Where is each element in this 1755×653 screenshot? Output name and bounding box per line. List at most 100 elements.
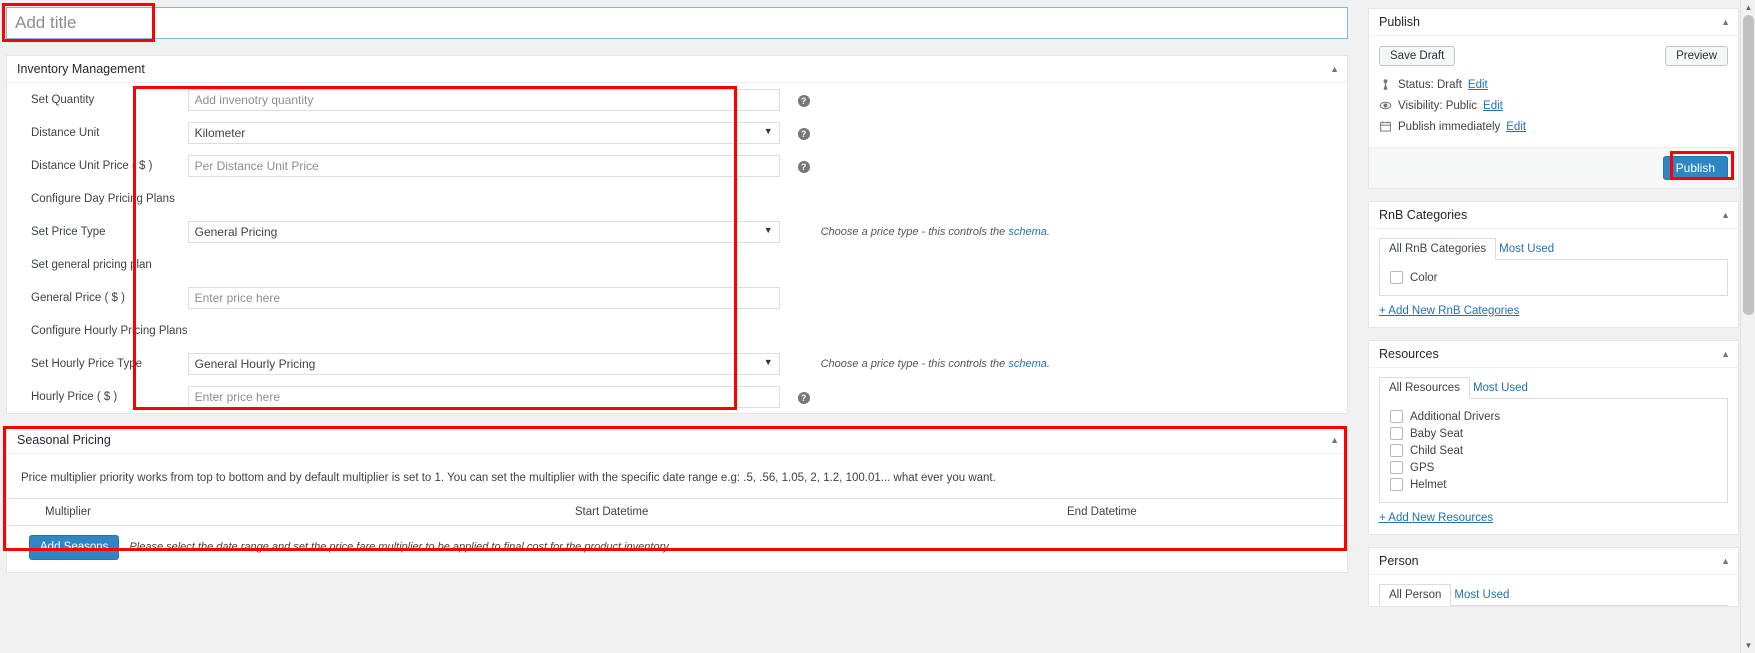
scroll-up-arrow-icon[interactable]: ▲ bbox=[1741, 0, 1755, 15]
list-item-label: GPS bbox=[1410, 462, 1434, 474]
list-item[interactable]: Child Seat bbox=[1390, 442, 1717, 459]
tab-most-used-resources[interactable]: Most Used bbox=[1470, 377, 1538, 399]
schema-link[interactable]: schema bbox=[1008, 226, 1047, 238]
list-item-label: Color bbox=[1410, 272, 1437, 284]
seasonal-table-header-row: Multiplier Start Datetime End Datetime bbox=[7, 499, 1347, 526]
tab-most-used-rnb[interactable]: Most Used bbox=[1496, 238, 1564, 260]
list-item[interactable]: Additional Drivers bbox=[1390, 408, 1717, 425]
person-header[interactable]: Person ▲ bbox=[1369, 548, 1738, 575]
resources-header[interactable]: Resources ▲ bbox=[1369, 341, 1738, 368]
help-cell-distance-unit-price: ? bbox=[788, 149, 812, 182]
resources-tabs: All Resources Most Used bbox=[1379, 376, 1728, 399]
checkbox-child-seat[interactable] bbox=[1390, 444, 1403, 457]
list-item-label: Helmet bbox=[1410, 479, 1446, 491]
distance-unit-price-input[interactable] bbox=[188, 155, 780, 177]
person-panel: Person ▲ All Person Most Used bbox=[1368, 547, 1739, 607]
hint-set-price-type: Choose a price type - this controls the … bbox=[812, 215, 1347, 248]
help-icon[interactable]: ? bbox=[798, 128, 810, 140]
checkbox-gps[interactable] bbox=[1390, 461, 1403, 474]
publish-button[interactable]: Publish bbox=[1663, 156, 1728, 180]
checkbox-baby-seat[interactable] bbox=[1390, 427, 1403, 440]
set-price-type-select[interactable] bbox=[188, 221, 780, 243]
help-icon[interactable]: ? bbox=[798, 95, 810, 107]
title-area bbox=[0, 0, 1360, 39]
help-cell-hourly-pricing bbox=[788, 314, 812, 347]
form-row-distance-unit-price: Distance Unit Price ( $ ) ? bbox=[7, 149, 1347, 182]
pin-icon bbox=[1379, 78, 1392, 91]
rnb-categories-panel: RnB Categories ▲ All RnB Categories Most… bbox=[1368, 201, 1739, 328]
general-price-input[interactable] bbox=[188, 287, 780, 309]
collapse-arrow-icon[interactable]: ▲ bbox=[1721, 9, 1730, 36]
seasonal-pricing-wrap: Seasonal Pricing ▲ Price multiplier prio… bbox=[0, 426, 1360, 573]
tab-all-person[interactable]: All Person bbox=[1379, 584, 1451, 606]
hint-hourly-pricing bbox=[812, 314, 1347, 347]
list-item[interactable]: Baby Seat bbox=[1390, 425, 1717, 442]
add-new-rnb-categories-link[interactable]: + Add New RnB Categories bbox=[1379, 305, 1728, 317]
hourly-price-input[interactable] bbox=[188, 386, 780, 408]
seasonal-panel-title: Seasonal Pricing bbox=[17, 433, 111, 447]
field-set-hourly-price-type: ▼ bbox=[188, 347, 788, 380]
publish-actions-row: Save Draft Preview bbox=[1379, 44, 1728, 74]
publish-panel-body: Save Draft Preview Status: Draft Edit Vi… bbox=[1369, 36, 1738, 147]
collapse-arrow-icon[interactable]: ▲ bbox=[1721, 548, 1730, 575]
publish-panel-header[interactable]: Publish ▲ bbox=[1369, 9, 1738, 36]
checkbox-additional-drivers[interactable] bbox=[1390, 410, 1403, 423]
resources-list: Additional Drivers Baby Seat Child Seat … bbox=[1379, 399, 1728, 503]
help-cell-price-type bbox=[788, 215, 812, 248]
scrollbar-thumb[interactable] bbox=[1743, 15, 1754, 315]
checkbox-helmet[interactable] bbox=[1390, 478, 1403, 491]
list-item[interactable]: Helmet bbox=[1390, 476, 1717, 493]
column-header-start-datetime: Start Datetime bbox=[367, 499, 857, 526]
hint-tail: . bbox=[1047, 226, 1050, 238]
tab-all-rnb-categories[interactable]: All RnB Categories bbox=[1379, 238, 1496, 260]
save-draft-button[interactable]: Save Draft bbox=[1379, 46, 1455, 66]
field-general-price bbox=[188, 281, 788, 314]
label-configure-hourly-pricing: Configure Hourly Pricing Plans bbox=[7, 314, 188, 347]
add-new-resources-link[interactable]: + Add New Resources bbox=[1379, 512, 1728, 524]
field-set-general-pricing-plan bbox=[188, 248, 788, 281]
editor-main-column: Inventory Management ▲ Set Quantity ? bbox=[0, 0, 1360, 653]
seasonal-panel-header[interactable]: Seasonal Pricing ▲ bbox=[7, 427, 1347, 454]
collapse-arrow-icon[interactable]: ▲ bbox=[1721, 202, 1730, 229]
list-item[interactable]: GPS bbox=[1390, 459, 1717, 476]
hint-text: Choose a price type - this controls the bbox=[821, 358, 1009, 370]
set-hourly-price-type-select[interactable] bbox=[188, 353, 780, 375]
checkbox-color[interactable] bbox=[1390, 271, 1403, 284]
post-title-input[interactable] bbox=[6, 7, 1348, 39]
rnb-categories-list: Color bbox=[1379, 260, 1728, 296]
distance-unit-select[interactable] bbox=[188, 122, 780, 144]
field-set-price-type: ▼ bbox=[188, 215, 788, 248]
wp-post-editor: Inventory Management ▲ Set Quantity ? bbox=[0, 0, 1755, 653]
list-item-label: Baby Seat bbox=[1410, 428, 1463, 440]
collapse-arrow-icon[interactable]: ▲ bbox=[1330, 56, 1339, 83]
visibility-edit-link[interactable]: Edit bbox=[1483, 100, 1503, 112]
label-set-hourly-price-type: Set Hourly Price Type bbox=[7, 347, 188, 380]
help-icon[interactable]: ? bbox=[798, 392, 810, 404]
field-configure-day-pricing bbox=[188, 182, 788, 215]
page-scrollbar[interactable]: ▲ ▼ bbox=[1740, 0, 1755, 653]
collapse-arrow-icon[interactable]: ▲ bbox=[1330, 427, 1339, 454]
help-icon[interactable]: ? bbox=[798, 161, 810, 173]
rnb-categories-header[interactable]: RnB Categories ▲ bbox=[1369, 202, 1738, 229]
scroll-down-arrow-icon[interactable]: ▼ bbox=[1741, 638, 1755, 653]
tab-all-resources[interactable]: All Resources bbox=[1379, 377, 1470, 399]
status-edit-link[interactable]: Edit bbox=[1468, 79, 1488, 91]
resources-body: All Resources Most Used Additional Drive… bbox=[1369, 368, 1738, 534]
tab-most-used-person[interactable]: Most Used bbox=[1451, 584, 1519, 606]
seasonal-footer: Add Seasons Please select the date range… bbox=[7, 526, 1347, 572]
field-distance-unit-price bbox=[188, 149, 788, 182]
add-seasons-button[interactable]: Add Seasons bbox=[29, 535, 119, 560]
collapse-arrow-icon[interactable]: ▲ bbox=[1721, 341, 1730, 368]
inventory-panel-header[interactable]: Inventory Management ▲ bbox=[7, 56, 1347, 83]
schedule-edit-link[interactable]: Edit bbox=[1506, 121, 1526, 133]
person-body: All Person Most Used bbox=[1369, 575, 1738, 606]
set-quantity-input[interactable] bbox=[188, 89, 780, 111]
list-item[interactable]: Color bbox=[1390, 269, 1717, 286]
preview-button[interactable]: Preview bbox=[1665, 46, 1728, 66]
hint-distance-unit-price bbox=[812, 149, 1347, 182]
schema-link[interactable]: schema bbox=[1008, 358, 1047, 370]
label-set-general-pricing-plan: Set general pricing plan bbox=[7, 248, 188, 281]
form-row-configure-hourly-pricing: Configure Hourly Pricing Plans bbox=[7, 314, 1347, 347]
resources-panel: Resources ▲ All Resources Most Used Addi… bbox=[1368, 340, 1739, 535]
field-distance-unit: ▼ bbox=[188, 116, 788, 149]
